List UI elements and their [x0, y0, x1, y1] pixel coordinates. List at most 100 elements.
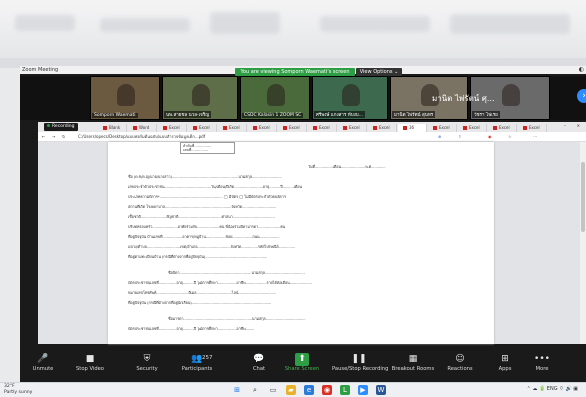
browser-tab[interactable]: Excel — [278, 124, 307, 132]
tab-label: Excel — [439, 125, 450, 130]
chrome-icon[interactable]: ◉ — [322, 385, 332, 395]
zoom-icon[interactable]: ⊕ — [438, 132, 441, 142]
browser-tab[interactable]: Excel — [488, 124, 517, 132]
form-line: หมายเลขโทรศัพท์.........................… — [128, 290, 276, 295]
recording-button[interactable]: ❚❚ Pause/Stop Recording — [332, 353, 389, 377]
bookmark-icon[interactable]: ☆ — [508, 132, 512, 142]
forward-icon[interactable]: → — [52, 132, 55, 142]
edge-icon[interactable]: e — [304, 385, 314, 395]
breakout-icon: ▦ — [408, 354, 418, 364]
participant-tile[interactable]: ศรีพงษ์ แกงสาร ทับงบ... — [312, 76, 388, 120]
toolbar-label: Chat — [252, 366, 266, 372]
toolbar-label: Security — [136, 366, 158, 372]
browser-tab[interactable]: Excel — [188, 124, 217, 132]
share-screen-button[interactable]: ⬆ Share Screen — [282, 353, 322, 377]
recording-dot-icon — [47, 124, 50, 127]
blur-shape — [210, 12, 280, 34]
browser-tab[interactable]: Excel — [338, 124, 367, 132]
pdf-icon — [313, 126, 317, 130]
close-icon[interactable]: ✕ — [577, 123, 580, 128]
toolbar-label: Reactions — [447, 366, 473, 372]
shared-browser-window: Recording – ✕ Blank Word Excel Excel Excel Ex… — [38, 122, 586, 344]
tab-label: Excel — [469, 125, 480, 130]
share-icon: ⬆ — [295, 353, 309, 366]
recording-indicator[interactable]: Recording — [44, 123, 78, 131]
participant-name: CSDC Kalasin 1 ZOOM SC — [242, 113, 304, 118]
browser-tab[interactable]: Blank — [98, 124, 127, 132]
window-control-icon[interactable]: ◐ — [579, 66, 584, 74]
form-line: เลขประจำตัวประชาชน......................… — [128, 184, 302, 189]
zoom-app-icon[interactable]: ▶ — [358, 385, 368, 395]
stop-video-button[interactable]: ■ Stop Video — [70, 353, 110, 377]
pdf-icon — [433, 126, 437, 130]
address-bar[interactable]: ← → ↻ C:/Users/opecs/Desktop/แบบฟอร์มต้น… — [38, 132, 586, 142]
toolbar-label: Unmute — [32, 366, 54, 372]
share-icon[interactable]: ⇪ — [458, 132, 461, 142]
participant-tile[interactable]: Somporn Waemati — [90, 76, 160, 120]
participant-tile[interactable]: CSDC Kalasin 1 ZOOM SC — [240, 76, 310, 120]
menu-icon[interactable]: ⋯ — [533, 132, 537, 142]
form-line: ที่อยู่ปัจจุบัน บ้านเลขที่..............… — [128, 234, 280, 239]
reactions-button[interactable]: ☺ Reactions — [440, 353, 480, 377]
pdf-icon — [163, 126, 167, 130]
participant-video — [117, 84, 135, 106]
more-icon: ••• — [534, 354, 550, 364]
extension-icon[interactable]: ◉ — [488, 132, 492, 142]
participant-tile[interactable]: นพ.สายชล นวล-เจริญ — [162, 76, 238, 120]
participant-video — [267, 84, 285, 106]
chat-icon: 💬 — [253, 354, 265, 364]
zoom-meeting-window: Zoom Meeting ◐ You are viewing Somporn W… — [20, 66, 586, 382]
browser-tab[interactable]: Excel — [158, 124, 187, 132]
scrollbar[interactable] — [580, 142, 586, 344]
browser-tab[interactable]: Excel — [458, 124, 487, 132]
reactions-icon: ☺ — [455, 354, 465, 364]
pdf-viewer[interactable]: ลำดับที่............... เลขที่..........… — [38, 142, 586, 344]
form-line: บริบทครอบครัว.......................อาศั… — [128, 224, 286, 229]
word-icon[interactable]: W — [376, 385, 386, 395]
window-title: Zoom Meeting — [22, 67, 59, 73]
security-button[interactable]: ⛨ Security — [130, 353, 164, 377]
line-icon[interactable]: L — [340, 385, 350, 395]
start-icon[interactable]: ⊞ — [232, 385, 242, 395]
task-view-icon[interactable]: ▭ — [268, 385, 278, 395]
participant-name: วัชรา ไพ่เรย — [472, 111, 500, 118]
form-number-box: ลำดับที่............... เลขที่..........… — [180, 142, 235, 154]
minimize-icon[interactable]: – — [564, 123, 566, 128]
pdf-icon — [343, 126, 347, 130]
browser-tab[interactable]: Excel — [308, 124, 337, 132]
participant-name-overlay: มานิต ไพ่รัตน์ ศุ... — [432, 94, 495, 103]
scrollbar-thumb[interactable] — [581, 162, 585, 232]
browser-tab[interactable]: Excel — [368, 124, 397, 132]
system-tray[interactable]: ⌃ ☁ 🔋 ENG ⌔ 🔊 ▣ — [527, 386, 578, 392]
form-line: เชื้อชาติ.......................สัญชาติ.… — [128, 214, 275, 219]
browser-tab-bar: Recording – ✕ Blank Word Excel Excel Excel Ex… — [38, 122, 586, 132]
next-participants-button[interactable]: › — [577, 89, 586, 103]
browser-tab[interactable]: Excel — [518, 124, 547, 132]
participant-video — [342, 84, 360, 106]
blur-shape — [100, 18, 190, 32]
reload-icon[interactable]: ↻ — [62, 132, 65, 142]
url-text[interactable]: C:/Users/opecs/Desktop/แบบฟอร์มต้นฉบับ/แ… — [78, 134, 378, 140]
search-icon[interactable]: ⌕ — [250, 385, 260, 395]
participants-button[interactable]: 👥 257 Participants — [170, 353, 224, 377]
browser-tab[interactable]: Excel — [218, 124, 247, 132]
more-button[interactable]: ••• More — [526, 353, 558, 377]
participant-video — [192, 84, 210, 106]
browser-tab[interactable]: Word — [128, 124, 157, 132]
breakout-rooms-button[interactable]: ▦ Breakout Rooms — [390, 353, 436, 377]
blurred-background — [0, 0, 586, 68]
weather-desc: Partly sunny — [4, 389, 33, 395]
chat-button[interactable]: 💬 Chat — [244, 353, 274, 377]
form-line: วันที่................เดือน.............… — [308, 164, 386, 169]
back-icon[interactable]: ← — [42, 132, 45, 142]
weather-widget[interactable]: 32°F Partly sunny — [4, 384, 32, 395]
unmute-button[interactable]: 🎤 Unmute — [26, 353, 60, 377]
browser-tab[interactable]: 36 — [398, 124, 427, 132]
pdf-icon — [373, 126, 377, 130]
browser-tab[interactable]: Excel — [428, 124, 457, 132]
view-options-button[interactable]: View Options ⌄ — [356, 68, 402, 76]
browser-tab[interactable]: Excel — [248, 124, 277, 132]
apps-button[interactable]: ⊞ Apps — [490, 353, 520, 377]
toolbar-label: Pause/Stop Recording — [332, 366, 389, 372]
file-explorer-icon[interactable]: ▰ — [286, 385, 296, 395]
